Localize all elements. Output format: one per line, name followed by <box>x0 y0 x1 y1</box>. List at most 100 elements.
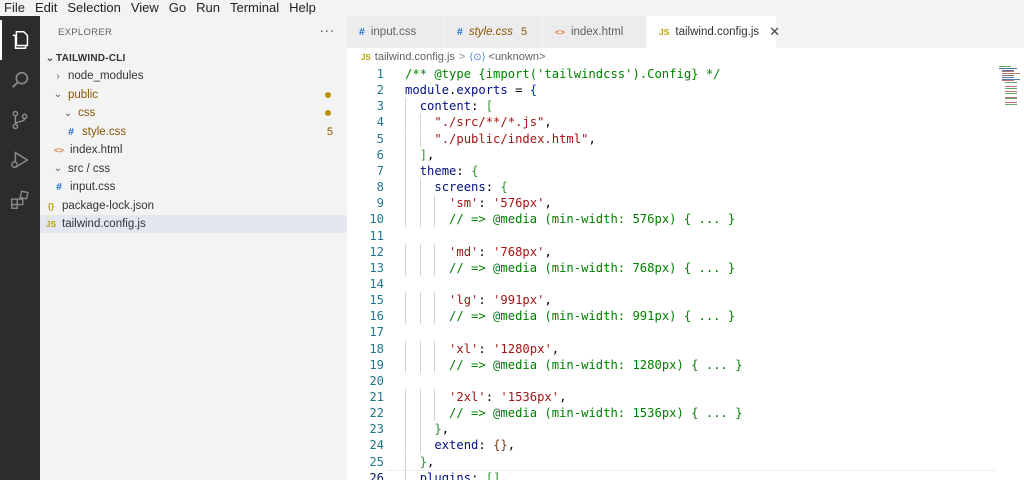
explorer-icon[interactable] <box>0 20 40 60</box>
tree-item-label: index.html <box>70 144 123 156</box>
code-line[interactable]: 16 // => @media (min-width: 991px) { ...… <box>347 308 1024 325</box>
code-line[interactable]: 1 /** @type {import('tailwindcss').Config… <box>347 66 1024 82</box>
code-line[interactable]: 6 ], <box>347 146 1024 163</box>
css-file-icon: # <box>56 181 62 193</box>
code-text: // => @media (min-width: 1280px) { ... } <box>449 357 743 372</box>
tree-item-label: public <box>68 88 99 101</box>
tab-style-css[interactable]: # style.css 5 <box>445 16 543 48</box>
line-number: 22 <box>369 406 384 421</box>
chevron-down-icon: ⌄ <box>53 163 63 174</box>
line-number: 11 <box>369 228 384 243</box>
search-icon[interactable] <box>0 60 40 100</box>
close-icon[interactable]: ✕ <box>769 24 780 40</box>
code-line[interactable]: 5 "./public/index.html", <box>347 130 1024 147</box>
tree-item-public[interactable]: ⌄ public <box>40 86 347 104</box>
code-line[interactable]: 10 // => @media (min-width: 576px) { ...… <box>347 211 1024 228</box>
activity-bar <box>0 16 40 480</box>
code-line[interactable]: 12 'md': '768px', <box>347 243 1024 260</box>
code-line[interactable]: 2 module.exports = { <box>347 82 1024 98</box>
extensions-icon[interactable] <box>0 180 40 220</box>
code-editor[interactable]: 1 /** @type {import('tailwindcss').Config… <box>347 66 1024 480</box>
line-number: 16 <box>369 309 384 324</box>
tree-item-package-lock-json[interactable]: {} package-lock.json <box>40 197 347 215</box>
tree-item-index-html[interactable]: <> index.html <box>40 141 347 159</box>
breadcrumb-file[interactable]: tailwind.config.js <box>375 51 455 63</box>
code-line[interactable]: 24 extend: {}, <box>347 437 1024 454</box>
chevron-right-icon: › <box>56 70 60 82</box>
tab-bar: # input.css # style.css 5 <> index.html JS tailw… <box>347 16 1024 48</box>
tab-label: input.css <box>370 26 417 38</box>
code-text: 'md': '768px', <box>449 244 552 259</box>
code-line[interactable]: 22 // => @media (min-width: 1536px) { ..… <box>347 405 1024 422</box>
code-line[interactable]: 21 '2xl': '1536px', <box>347 389 1024 405</box>
js-file-icon: JS <box>361 52 371 62</box>
code-line[interactable]: 15 'lg': '991px', <box>347 292 1024 309</box>
code-line[interactable]: 7 theme: { <box>347 162 1024 179</box>
menu-help[interactable]: Help <box>284 0 321 16</box>
minimap-line <box>1005 103 1017 105</box>
js-file-icon: JS <box>45 219 57 229</box>
code-text: ], <box>419 147 435 162</box>
code-text: "./public/index.html", <box>434 131 596 146</box>
menu-run[interactable]: Run <box>191 0 225 16</box>
run-debug-icon[interactable] <box>0 140 40 180</box>
code-text: 'lg': '991px', <box>449 293 552 308</box>
line-number: 15 <box>369 293 384 308</box>
code-line[interactable]: 13 // => @media (min-width: 768px) { ...… <box>347 259 1024 276</box>
code-text: }, <box>419 454 435 469</box>
code-line[interactable]: 17 <box>347 324 1024 340</box>
code-line[interactable]: 8 screens: { <box>347 179 1024 196</box>
tree-item-style-css[interactable]: # style.css 5 <box>40 123 347 141</box>
explorer-header: EXPLORER ··· <box>40 16 347 48</box>
code-text: // => @media (min-width: 1536px) { ... } <box>449 406 743 421</box>
code-line[interactable]: 23 }, <box>347 421 1024 438</box>
line-number: 20 <box>369 373 384 388</box>
css-file-icon: # <box>68 125 74 138</box>
tree-item-label: style.css <box>82 125 127 138</box>
code-line[interactable]: 25 }, <box>347 453 1024 470</box>
minimap[interactable] <box>997 66 1024 106</box>
line-number: 19 <box>369 357 384 372</box>
menu-terminal[interactable]: Terminal <box>225 0 284 16</box>
code-text: // => @media (min-width: 576px) { ... } <box>449 212 736 227</box>
tree-item-label: input.css <box>70 181 116 193</box>
tree-item-node-modules[interactable]: › node_modules <box>40 67 347 85</box>
code-text: screens: { <box>434 180 508 195</box>
code-text: // => @media (min-width: 768px) { ... } <box>449 260 736 275</box>
tab-input-css[interactable]: # input.css <box>347 16 445 48</box>
tree-item-src-css[interactable]: ⌄ src / css <box>40 160 347 178</box>
tab-index-html[interactable]: <> index.html <box>543 16 647 48</box>
tree-item-input-css[interactable]: # input.css <box>40 178 347 196</box>
minimap-line <box>1005 87 1017 89</box>
code-line[interactable]: 4 "./src/**/*.js", <box>347 114 1024 131</box>
tab-label: style.css <box>468 26 513 38</box>
line-number: 17 <box>369 325 384 340</box>
code-text: theme: { <box>419 163 479 178</box>
breadcrumb-symbol[interactable]: <unknown> <box>489 51 546 63</box>
code-line[interactable]: 3 content: [ <box>347 98 1024 115</box>
menu-view[interactable]: View <box>126 0 164 16</box>
js-file-icon: JS <box>659 27 670 37</box>
code-line[interactable]: 26 plugins: [], <box>347 469 1024 480</box>
chevron-down-icon: ⌄ <box>53 89 63 100</box>
source-control-icon[interactable] <box>0 100 40 140</box>
html-file-icon: <> <box>54 145 64 155</box>
code-line[interactable]: 18 'xl': '1280px', <box>347 340 1024 357</box>
tree-item-tailwind-config-js[interactable]: JS tailwind.config.js <box>40 215 347 233</box>
tree-item-label: css <box>78 107 96 119</box>
code-text: /** @type {import('tailwindcss').Config}… <box>405 67 721 81</box>
menu-selection[interactable]: Selection <box>62 0 125 16</box>
code-line[interactable]: 20 <box>347 373 1024 389</box>
tree-item-css[interactable]: ⌄ css <box>40 104 347 122</box>
more-actions-icon[interactable]: ··· <box>320 25 335 40</box>
menu-file[interactable]: File <box>0 0 30 16</box>
code-line[interactable]: 9 'sm': '576px', <box>347 195 1024 212</box>
code-line[interactable]: 11 <box>347 228 1024 244</box>
menu-bar: File Edit Selection View Go Run Terminal Help <box>0 0 1024 16</box>
code-line[interactable]: 19 // => @media (min-width: 1280px) { ..… <box>347 356 1024 373</box>
menu-edit[interactable]: Edit <box>30 0 62 16</box>
tab-tailwind-config-js[interactable]: JS tailwind.config.js ✕ <box>647 16 780 48</box>
explorer-root-folder[interactable]: ⌄ TAILWIND-CLI <box>40 49 347 67</box>
code-line[interactable]: 14 <box>347 276 1024 292</box>
menu-go[interactable]: Go <box>164 0 191 16</box>
